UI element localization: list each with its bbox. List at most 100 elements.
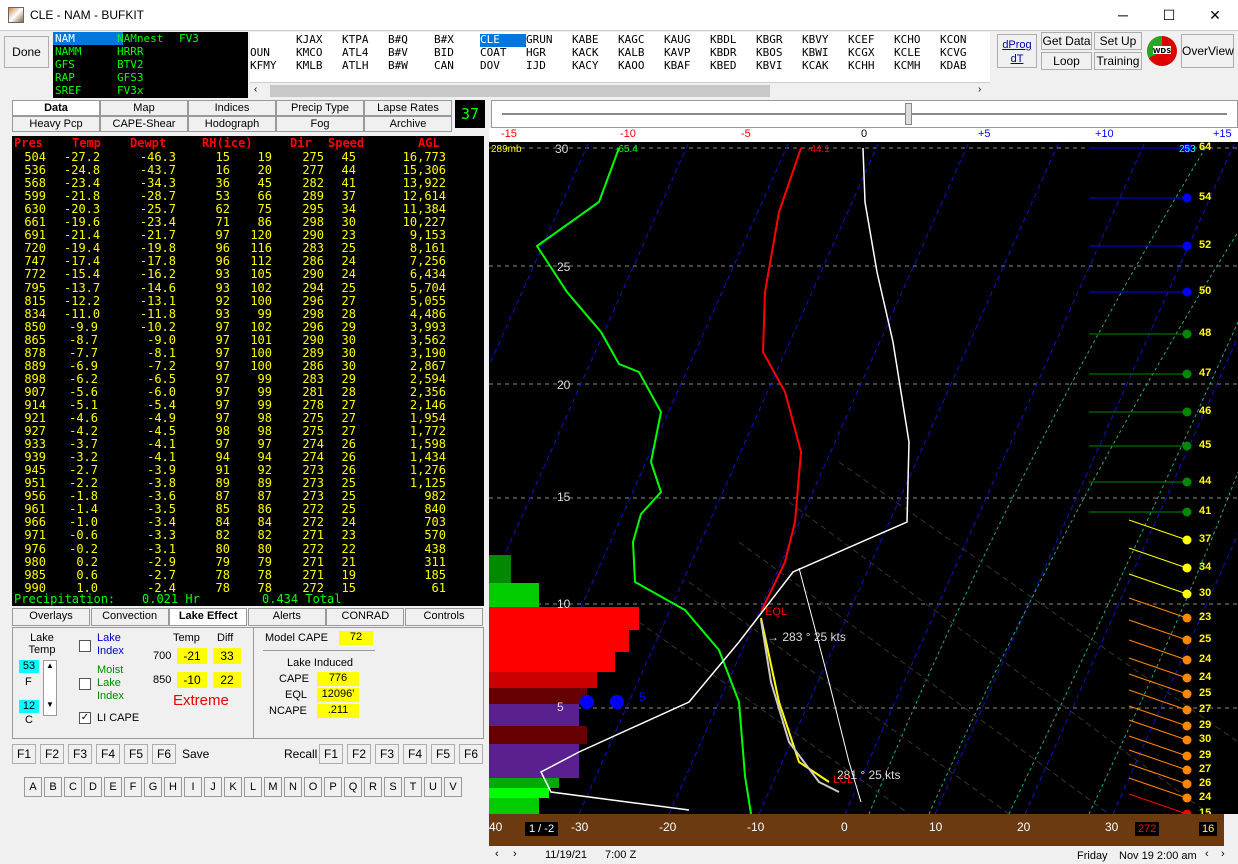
letter-key-j[interactable]: J [204,777,222,797]
station-item[interactable]: KFMY [250,60,296,73]
tab-fog[interactable]: Fog [276,116,364,132]
tab-cape-shear[interactable]: CAPE-Shear [100,116,188,132]
lake-temp-spinner[interactable]: ▲ ▼ [43,660,57,716]
lake-index-checkbox[interactable] [79,640,91,652]
scroll-thumb[interactable] [270,85,770,97]
tab-controls[interactable]: Controls [405,608,483,626]
skewt-chart[interactable]: 289mb -65.4 -44.1 253 30 25 20 15 10 5 E… [489,142,1238,814]
letter-key-l[interactable]: L [244,777,262,797]
letter-key-e[interactable]: E [104,777,122,797]
station-item[interactable]: CAN [434,60,480,73]
model-item[interactable] [177,58,247,71]
letter-key-k[interactable]: K [224,777,242,797]
station-item[interactable]: KAOO [618,60,664,73]
tab-archive[interactable]: Archive [364,116,452,132]
letter-key-c[interactable]: C [64,777,82,797]
letter-key-a[interactable]: A [24,777,42,797]
done-button[interactable]: Done [4,36,49,68]
tab-hodograph[interactable]: Hodograph [188,116,276,132]
bufkit-logo[interactable]: WDS [1145,34,1179,68]
li-cape-checkbox[interactable]: ✓ [79,712,91,724]
letter-key-p[interactable]: P [324,777,342,797]
spin-up-icon[interactable]: ▲ [44,661,56,670]
scroll-left-icon[interactable]: ‹ [254,84,257,95]
overview-button[interactable]: OverView [1181,34,1234,68]
next-icon[interactable]: › [1221,848,1225,860]
fkey-left[interactable]: F1 [12,744,36,764]
model-item[interactable]: FV3 [177,32,247,45]
fkey-left[interactable]: F2 [40,744,64,764]
station-item[interactable]: KBED [710,60,756,73]
station-item[interactable]: KACY [572,60,618,73]
fkey-right[interactable]: F2 [347,744,371,764]
letter-key-s[interactable]: S [384,777,402,797]
letter-key-t[interactable]: T [404,777,422,797]
fkey-left[interactable]: F4 [96,744,120,764]
letter-key-b[interactable]: B [44,777,62,797]
next-icon[interactable]: › [513,848,517,860]
dprog-button[interactable]: dProg dT [997,34,1037,68]
fkey-right[interactable]: F6 [459,744,483,764]
recall-button[interactable]: Recall [284,747,317,761]
training-button[interactable]: Training [1094,52,1142,70]
letter-key-i[interactable]: I [184,777,202,797]
tab-precip-type[interactable]: Precip Type [276,100,364,116]
station-item[interactable]: KCMH [894,60,940,73]
time-slider[interactable] [491,100,1238,128]
moist-lake-index-checkbox[interactable] [79,678,91,690]
letter-key-f[interactable]: F [124,777,142,797]
spin-down-icon[interactable]: ▼ [44,700,56,709]
minimize-button[interactable]: ─ [1100,0,1146,31]
model-item[interactable]: HRRR [115,45,185,58]
close-button[interactable]: ✕ [1192,0,1238,31]
letter-key-h[interactable]: H [164,777,182,797]
fkey-right[interactable]: F1 [319,744,343,764]
model-item[interactable] [177,71,247,84]
letter-key-d[interactable]: D [84,777,102,797]
model-item[interactable]: BTV2 [115,58,185,71]
model-item[interactable] [177,84,247,97]
tab-indices[interactable]: Indices [188,100,276,116]
model-item[interactable]: NAM [53,32,123,45]
letter-key-u[interactable]: U [424,777,442,797]
model-item[interactable]: GFS3 [115,71,185,84]
tab-alerts[interactable]: Alerts [247,608,326,626]
station-item[interactable]: KDAB [940,60,986,73]
model-item[interactable]: FV3x [115,84,185,97]
station-item[interactable]: KBAF [664,60,710,73]
scroll-right-icon[interactable]: › [978,84,981,95]
model-item[interactable]: NAMnest [115,32,185,45]
fkey-right[interactable]: F5 [431,744,455,764]
model-item[interactable]: NAMM [53,45,123,58]
station-item[interactable]: B#W [388,60,434,73]
get-data-button[interactable]: Get Data [1041,32,1092,50]
letter-key-v[interactable]: V [444,777,462,797]
letter-key-q[interactable]: Q [344,777,362,797]
letter-key-o[interactable]: O [304,777,322,797]
station-item[interactable]: ATLH [342,60,388,73]
model-item[interactable] [177,45,247,58]
slider-thumb[interactable] [905,103,912,125]
station-item[interactable]: KBVI [756,60,802,73]
letter-key-m[interactable]: M [264,777,282,797]
tab-overlays[interactable]: Overlays [12,608,90,626]
fkey-left[interactable]: F6 [152,744,176,764]
station-item[interactable]: KMLB [296,60,342,73]
set-up-button[interactable]: Set Up [1094,32,1142,50]
station-item[interactable]: KCHH [848,60,894,73]
model-list[interactable]: NAM NAMM GFS RAP SREF NAMnest HRRR BTV2 GFS3 FV3x… [53,32,248,98]
tab-lapse-rates[interactable]: Lapse Rates [364,100,452,116]
fkey-right[interactable]: F3 [375,744,399,764]
fkey-right[interactable]: F4 [403,744,427,764]
letter-key-r[interactable]: R [364,777,382,797]
station-item[interactable]: DOV [480,60,526,73]
tab-heavy-pcp[interactable]: Heavy Pcp [12,116,100,132]
tab-conrad[interactable]: CONRAD [326,608,405,626]
station-item[interactable]: IJD [526,60,572,73]
loop-button[interactable]: Loop [1041,52,1092,70]
fkey-left[interactable]: F5 [124,744,148,764]
letter-key-g[interactable]: G [144,777,162,797]
tab-lake-effect[interactable]: Lake Effect [169,608,248,626]
prev-icon[interactable]: ‹ [495,848,499,860]
station-item[interactable]: KCAK [802,60,848,73]
